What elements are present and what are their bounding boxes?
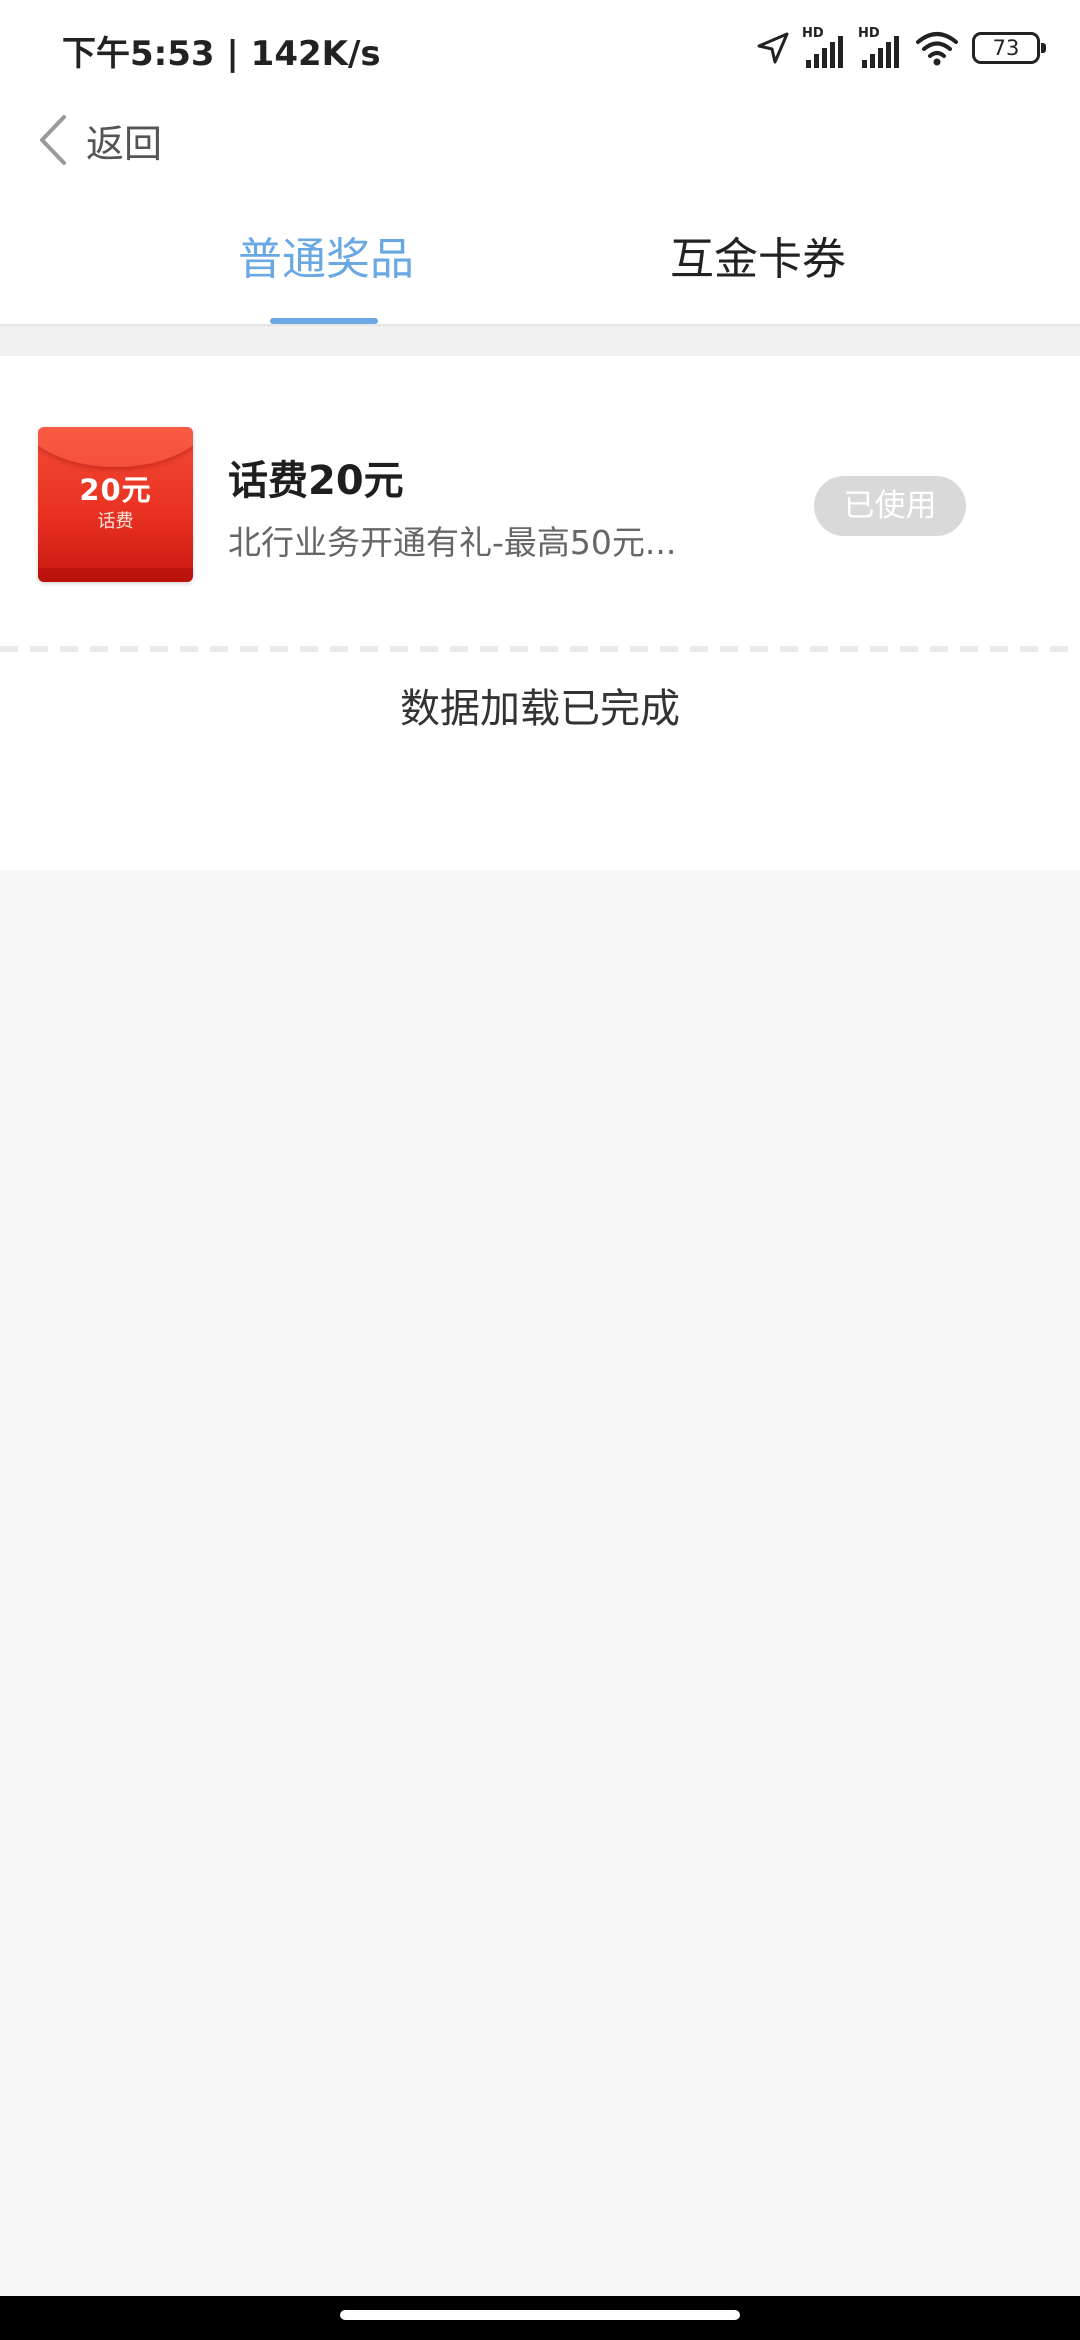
battery-icon: 73 xyxy=(972,32,1046,64)
dashed-divider xyxy=(0,646,1080,652)
status-time: 下午5:53 | 142K/s xyxy=(62,34,381,74)
active-tab-indicator xyxy=(270,318,378,324)
red-packet-thumbnail: 20元 话费 xyxy=(38,427,193,582)
prize-title: 话费20元 xyxy=(228,458,404,504)
nav-bar: 返回 xyxy=(0,96,1080,184)
status-bar: 下午5:53 | 142K/s HD HD 73 xyxy=(0,0,1080,96)
load-complete-text: 数据加载已完成 xyxy=(400,686,680,732)
signal-hd-icon: HD xyxy=(802,26,846,70)
used-status-badge: 已使用 xyxy=(814,476,966,536)
tab-normal-prizes[interactable]: 普通奖品 xyxy=(238,220,414,300)
thumb-label: 话费 xyxy=(97,511,134,532)
wifi-icon xyxy=(916,32,958,66)
system-nav-bar xyxy=(0,2296,1080,2340)
chevron-left-icon xyxy=(40,115,66,165)
back-button[interactable]: 返回 xyxy=(36,106,162,174)
red-packet-bottom xyxy=(38,568,193,582)
status-icons: HD HD 73 xyxy=(756,24,1046,72)
section-gap xyxy=(0,326,1080,356)
tab-bar: 普通奖品 互金卡券 xyxy=(0,184,1080,326)
page: 下午5:53 | 142K/s HD HD 73 返回 普通奖品 互金卡券 20… xyxy=(0,0,1080,2340)
back-label: 返回 xyxy=(86,121,163,166)
prize-description: 北行业务开通有礼-最高50元... xyxy=(228,523,677,562)
red-packet-flap xyxy=(38,427,193,467)
tab-finance-coupons[interactable]: 互金卡券 xyxy=(670,220,846,300)
signal-hd-icon: HD xyxy=(858,26,902,70)
home-indicator[interactable] xyxy=(340,2310,740,2320)
list-item[interactable]: 20元 话费 话费20元 北行业务开通有礼-最高50元... 已使用 xyxy=(0,356,1080,646)
prize-list: 20元 话费 话费20元 北行业务开通有礼-最高50元... 已使用 数据加载已… xyxy=(0,356,1080,870)
thumb-amount: 20元 xyxy=(79,473,152,507)
location-icon xyxy=(757,32,789,64)
